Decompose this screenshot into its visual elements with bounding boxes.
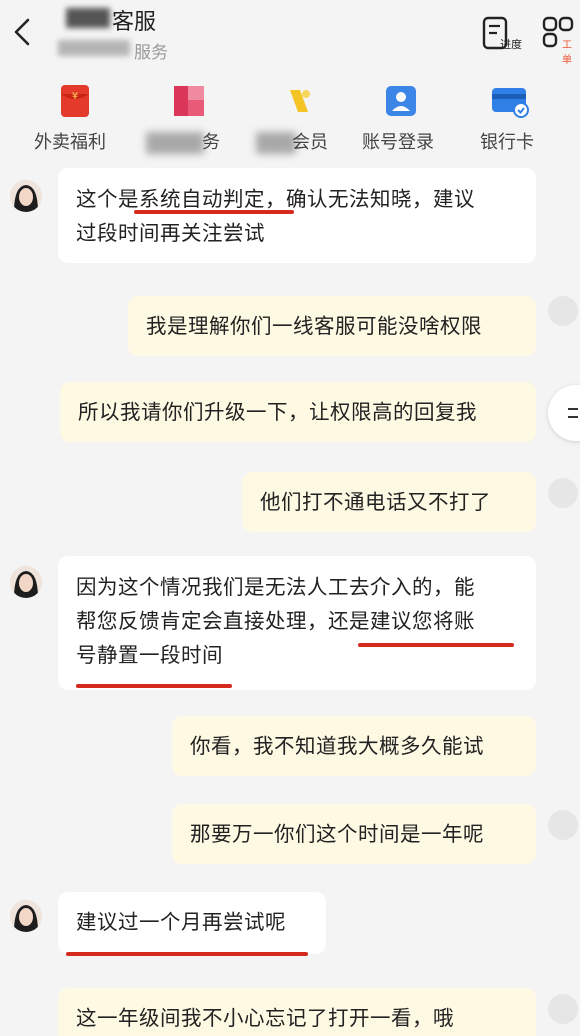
agent-message: 这个是系统自动判定，确认无法知晓，建议 过段时间再关注尝试 [58, 168, 536, 263]
side-collapse-tab[interactable] [548, 385, 580, 441]
service-takeout-benefit[interactable]: ¥ 外卖福利 [18, 78, 128, 158]
redacted-label [256, 132, 296, 154]
service-blurred-1[interactable]: 务 [130, 78, 240, 158]
highlight-underline [134, 210, 294, 214]
agent-avatar [10, 566, 42, 598]
ticket-label: 工单 [562, 40, 572, 66]
svg-text:¥: ¥ [72, 91, 78, 102]
user-avatar [548, 478, 578, 508]
account-login-icon [386, 86, 416, 116]
service-account-login[interactable]: 账号登录 [356, 78, 466, 158]
redacted-subtitle [58, 40, 130, 56]
highlight-underline [358, 643, 514, 647]
highlight-underline [76, 684, 232, 688]
quick-services: ¥ 外卖福利 务 会员 账号登录 银行卡 [0, 78, 580, 158]
bank-card-icon [492, 88, 529, 118]
agent-avatar [10, 900, 42, 932]
agent-message: 建议过一个月再尝试呢 [58, 892, 326, 954]
user-message: 那要万一你们这个时间是一年呢 [172, 804, 536, 864]
chat-subtitle: 服务 [134, 43, 168, 63]
progress-label: 进度 [500, 38, 522, 51]
colorful-app-icon [174, 86, 204, 116]
swap-icon [568, 408, 578, 418]
service-blurred-2[interactable]: 会员 [248, 78, 358, 158]
user-avatar [548, 994, 578, 1024]
agent-avatar [10, 180, 42, 212]
user-message: 所以我请你们升级一下，让权限高的回复我 [60, 382, 536, 442]
user-message: 你看，我不知道我大概多久能试 [172, 716, 536, 776]
redacted-label [146, 132, 204, 154]
red-envelope-icon: ¥ [61, 85, 89, 117]
redacted-title [66, 8, 110, 28]
highlight-underline [66, 952, 308, 956]
user-avatar [548, 296, 578, 326]
chat-header: 客服 服务 进度 工单 [0, 0, 580, 68]
user-avatar [548, 810, 578, 840]
user-message: 我是理解你们一线客服可能没啥权限 [128, 296, 536, 356]
service-bank-card[interactable]: 银行卡 [470, 78, 580, 158]
back-arrow-icon[interactable] [8, 14, 36, 50]
yellow-app-icon [290, 90, 310, 112]
user-message: 这一年级间我不小心忘记了打开一看，哦 [58, 988, 536, 1036]
user-message: 他们打不通电话又不打了 [242, 472, 536, 532]
chat-title: 客服 [112, 10, 157, 35]
agent-message: 因为这个情况我们是无法人工去介入的，能 帮您反馈肯定会直接处理，还是建议您将账 … [58, 556, 536, 690]
